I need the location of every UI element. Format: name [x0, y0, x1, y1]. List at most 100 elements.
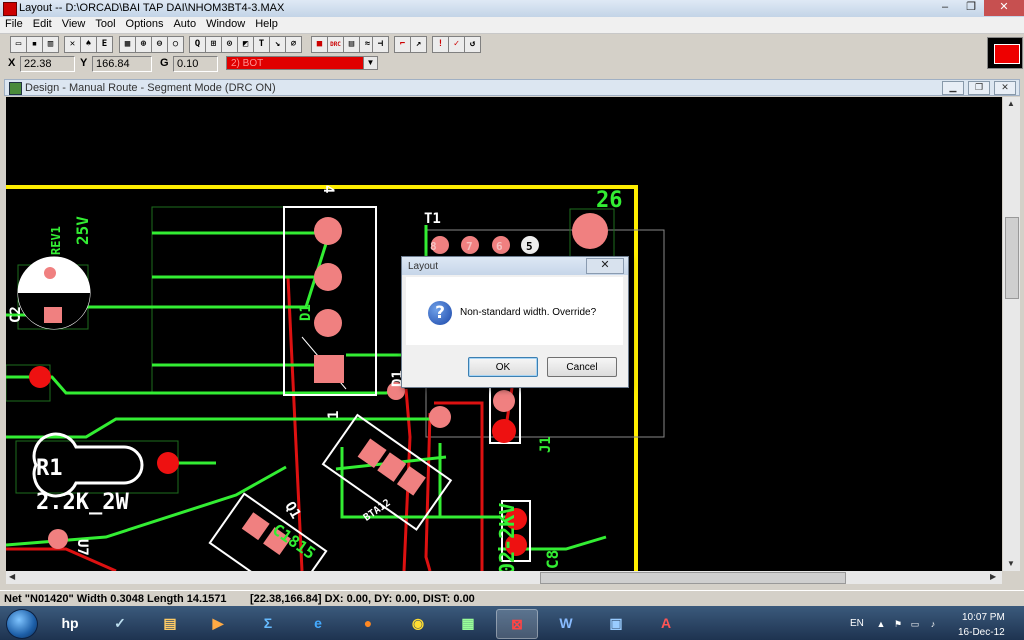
save-icon[interactable]: ▪: [26, 36, 43, 53]
zoom-in-icon[interactable]: ⊕: [135, 36, 152, 53]
spreadsheet-icon[interactable]: ▦: [119, 36, 136, 53]
label-u7: U7: [74, 539, 90, 556]
explorer-icon[interactable]: ▤: [150, 609, 190, 637]
menu-edit[interactable]: Edit: [28, 17, 57, 30]
vertical-scroll-thumb[interactable]: [1005, 217, 1019, 299]
error-icon[interactable]: !: [432, 36, 449, 53]
text-tool-icon[interactable]: T: [253, 36, 270, 53]
label-d1-vertical: D1: [298, 304, 314, 321]
task-icon[interactable]: ✓: [100, 609, 140, 637]
pad-label-6: 6: [496, 240, 503, 253]
label-c2: C2: [8, 306, 24, 323]
scroll-right-icon[interactable]: ▶: [990, 572, 996, 581]
language-indicator[interactable]: EN: [850, 618, 864, 629]
menu-view[interactable]: View: [57, 17, 91, 30]
online-drc-icon[interactable]: ▤: [343, 36, 360, 53]
layer-select[interactable]: 2) BOT ▼: [226, 56, 378, 70]
menu-file[interactable]: File: [0, 17, 28, 30]
edit-pad-icon[interactable]: ◩: [237, 36, 254, 53]
menu-options[interactable]: Options: [121, 17, 169, 30]
flag-icon[interactable]: ⚑: [893, 619, 903, 629]
y-label: Y: [80, 57, 88, 69]
ok-button[interactable]: OK: [468, 357, 538, 377]
measure-icon[interactable]: ↘: [269, 36, 286, 53]
menu-help[interactable]: Help: [250, 17, 283, 30]
sigma-icon[interactable]: Σ: [248, 609, 288, 637]
check-icon[interactable]: ✓: [448, 36, 465, 53]
zoom-all-icon[interactable]: ○: [167, 36, 184, 53]
print-preview-icon[interactable]: ▥: [42, 36, 59, 53]
close-button[interactable]: ✕: [984, 0, 1024, 16]
no-connect-icon[interactable]: ∅: [285, 36, 302, 53]
acrobat-icon[interactable]: A: [646, 609, 686, 637]
child-close-button[interactable]: ✕: [994, 81, 1016, 95]
open-icon[interactable]: ▭: [10, 36, 27, 53]
word-icon[interactable]: W: [546, 609, 586, 637]
label-1: 1: [326, 411, 342, 419]
overview-viewport: [994, 44, 1020, 64]
overview-map[interactable]: [987, 37, 1023, 69]
drc-icon[interactable]: DRC: [327, 36, 344, 53]
app-multi-icon[interactable]: ▦: [448, 609, 488, 637]
question-icon: ?: [428, 301, 452, 325]
refresh-icon[interactable]: ↺: [464, 36, 481, 53]
network-icon[interactable]: ▭: [910, 619, 920, 629]
clock-date[interactable]: 16-Dec-12: [958, 627, 1005, 638]
child-restore-button[interactable]: ❐: [968, 81, 990, 95]
y-field: 166.84: [92, 56, 152, 72]
label-r1-value: 2.2K_2W: [36, 490, 129, 515]
coordinate-bar: X 22.38 Y 166.84 G 0.10 2) BOT ▼: [0, 55, 1024, 72]
minimize-button[interactable]: –: [932, 0, 958, 16]
menu-window[interactable]: Window: [201, 17, 250, 30]
cancel-button[interactable]: Cancel: [547, 357, 617, 377]
x-label: X: [8, 57, 16, 69]
dialog-title-bar: Layout ✕: [402, 257, 628, 275]
edit-icon[interactable]: E: [96, 36, 113, 53]
find-icon[interactable]: ♠: [80, 36, 97, 53]
chrome-icon[interactable]: ◉: [398, 609, 438, 637]
picture-icon[interactable]: ▣: [596, 609, 636, 637]
clock-time[interactable]: 10:07 PM: [962, 612, 1005, 623]
maximize-button[interactable]: ❐: [958, 0, 984, 16]
dialog-close-button[interactable]: ✕: [586, 258, 624, 274]
firefox-icon[interactable]: ●: [348, 609, 388, 637]
start-button[interactable]: [6, 609, 38, 639]
horizontal-scroll-thumb[interactable]: [540, 572, 846, 584]
child-minimize-button[interactable]: ▁: [942, 81, 964, 95]
window-title: Layout -- D:\ORCAD\BAI TAP DAI\NHOM3BT4-…: [19, 2, 285, 14]
volume-icon[interactable]: ♪: [928, 619, 938, 629]
vertical-scrollbar[interactable]: ▲ ▼: [1003, 97, 1020, 571]
ie-icon[interactable]: e: [298, 609, 338, 637]
media-player-icon[interactable]: ▶: [198, 609, 238, 637]
app-icon[interactable]: [3, 2, 17, 16]
edit-segment-icon[interactable]: ↗: [410, 36, 427, 53]
chevron-down-icon[interactable]: ▼: [363, 57, 377, 69]
pin-icon[interactable]: ⊙: [221, 36, 238, 53]
zoom-out-icon[interactable]: ⊖: [151, 36, 168, 53]
design-window-title: Design - Manual Route - Segment Mode (DR…: [25, 82, 276, 94]
route-icon[interactable]: ⌐: [394, 36, 411, 53]
properties-icon[interactable]: ✕: [64, 36, 81, 53]
obstacle-icon[interactable]: ⊣: [372, 36, 389, 53]
title-bar: Layout -- D:\ORCAD\BAI TAP DAI\NHOM3BT4-…: [0, 0, 1024, 18]
hp-icon[interactable]: hp: [50, 609, 90, 637]
label-r1: R1: [36, 456, 63, 481]
label-c8: C8: [543, 550, 562, 569]
show-hidden-icons-icon[interactable]: ▲: [876, 619, 886, 629]
pad-label-8: 8: [430, 240, 437, 253]
x-field: 22.38: [20, 56, 75, 72]
menu-auto[interactable]: Auto: [168, 17, 201, 30]
menu-tool[interactable]: Tool: [90, 17, 120, 30]
color-icon[interactable]: ■: [311, 36, 328, 53]
menu-bar: File Edit View Tool Options Auto Window Help: [0, 17, 1024, 34]
orcad-layout-icon[interactable]: ⊠: [496, 609, 538, 639]
trace-bottom: [6, 547, 117, 571]
redraw-icon[interactable]: ⊞: [205, 36, 222, 53]
horizontal-scrollbar[interactable]: ◀ ▶: [6, 571, 1002, 584]
label-26: 26: [596, 188, 623, 213]
dialog-body: ? Non-standard width. Override?: [406, 277, 623, 345]
scroll-up-icon[interactable]: ▲: [1007, 99, 1015, 108]
scroll-left-icon[interactable]: ◀: [9, 572, 15, 581]
query-icon[interactable]: Q: [189, 36, 206, 53]
scroll-down-icon[interactable]: ▼: [1007, 559, 1015, 568]
